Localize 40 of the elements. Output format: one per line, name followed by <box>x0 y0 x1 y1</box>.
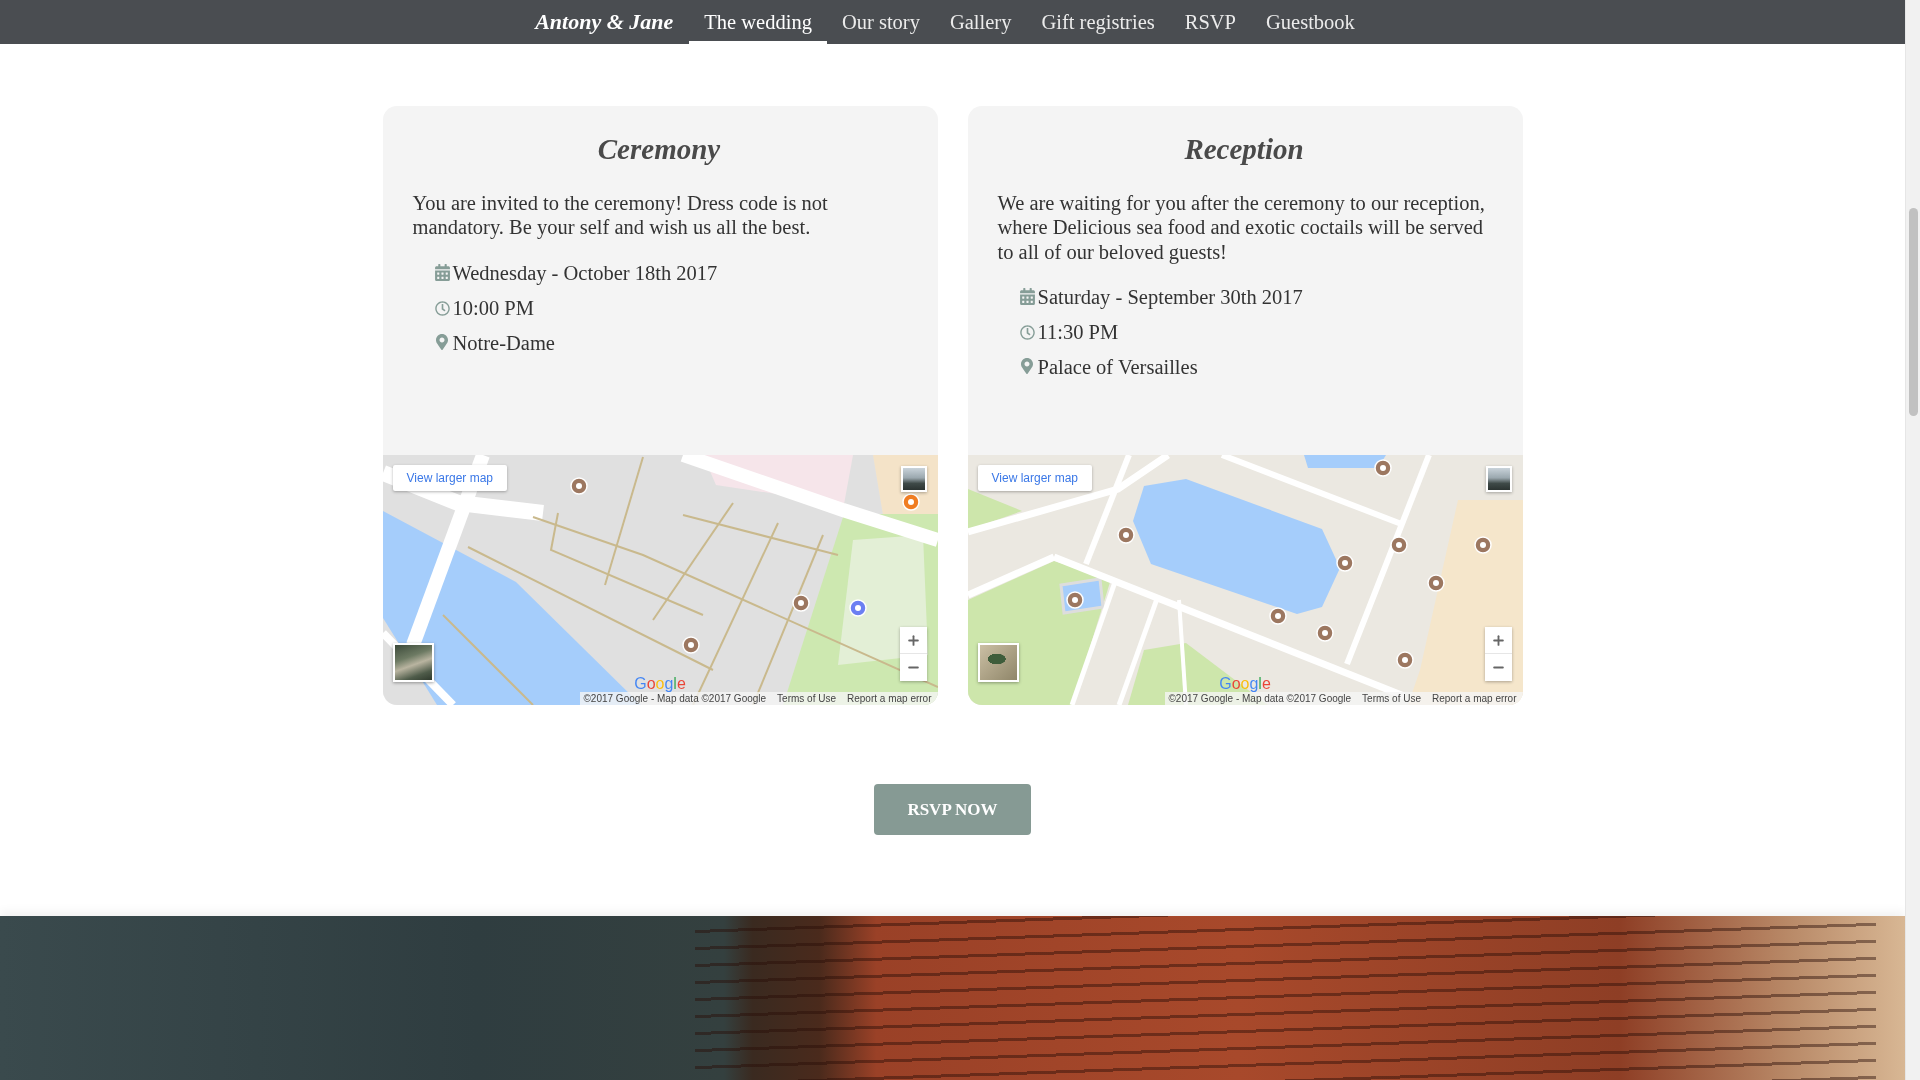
event-date: Saturday - September 30th 2017 <box>1037 285 1303 310</box>
event-time: 10:00 PM <box>452 295 534 321</box>
nav-link[interactable]: Gallery <box>934 0 1027 44</box>
map-attribution: ©2017 Google - Map data ©2017 Google <box>583 692 767 705</box>
nav-link[interactable]: Gift registries <box>1026 0 1170 44</box>
photo-thumbnail[interactable] <box>1485 466 1512 492</box>
event-time: 11:30 PM <box>1037 320 1119 345</box>
report-error-link[interactable]: Report a map error <box>1432 692 1517 705</box>
nav-link[interactable]: RSVP <box>1169 0 1251 44</box>
satellite-thumbnail[interactable] <box>977 643 1019 682</box>
event-location: Notre-Dame <box>452 330 555 356</box>
report-error-link[interactable]: Report a map error <box>847 692 932 705</box>
map-attribution: ©2017 Google - Map data ©2017 Google <box>1168 692 1352 705</box>
terms-link[interactable]: Terms of Use <box>777 692 836 705</box>
event-location: Palace of Versailles <box>1037 355 1198 380</box>
card-title: Ceremony <box>596 132 722 167</box>
scrollbar-thumb[interactable] <box>1908 208 1918 416</box>
plus-icon <box>905 632 921 648</box>
calendar-icon <box>434 263 450 281</box>
satellite-thumbnail[interactable] <box>392 643 434 682</box>
terms-link[interactable]: Terms of Use <box>1362 692 1421 705</box>
plus-icon <box>1490 632 1506 648</box>
clock-icon <box>434 300 450 316</box>
calendar-icon <box>1019 288 1035 306</box>
brand-logo[interactable]: Antony & Jane <box>535 0 674 44</box>
map-pin-icon <box>1021 358 1033 375</box>
zoom-in-button[interactable] <box>1484 627 1512 654</box>
zoom-in-button[interactable] <box>899 627 927 654</box>
view-larger-map-link[interactable]: View larger map <box>392 465 507 491</box>
nav-link[interactable]: Our story <box>826 0 935 44</box>
event-description: We are waiting for you after the ceremony to our reception, where Delicious sea food and exotic coctails will be served to all of our beloved guests! <box>997 190 1486 265</box>
event-date: Wednesday - October 18th 2017 <box>452 260 718 286</box>
view-larger-map-link[interactable]: View larger map <box>977 465 1092 491</box>
clock-icon <box>1019 325 1035 341</box>
card-title: Reception <box>1183 132 1305 167</box>
photo-thumbnail[interactable] <box>900 466 927 492</box>
event-description: You are invited to the ceremony! Dress code is not mandatory. Be your self and wish us all the best. <box>412 190 829 240</box>
nav-link[interactable]: The wedding <box>689 0 827 44</box>
nav-link[interactable]: Guestbook <box>1251 0 1370 44</box>
map-pin-icon <box>436 333 448 350</box>
